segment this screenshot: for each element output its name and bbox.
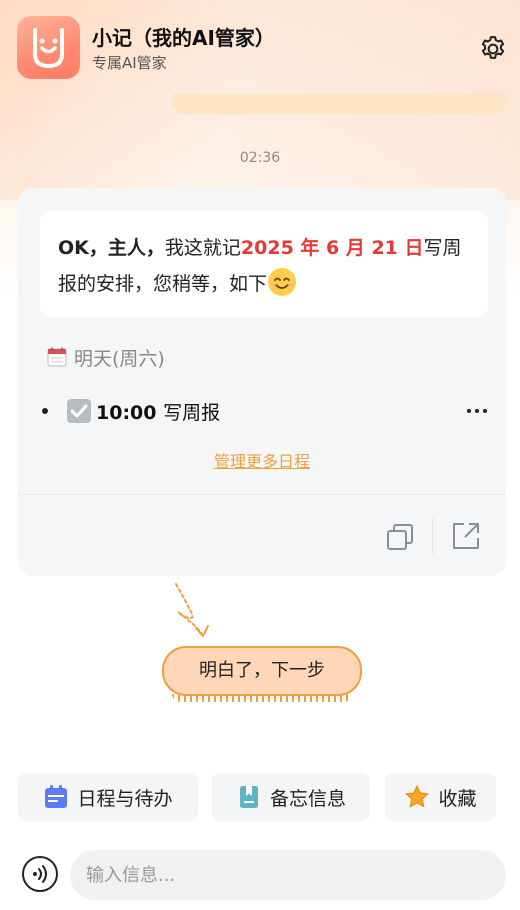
gear-icon: [481, 36, 505, 59]
schedule-day-header: 明天(周六): [46, 344, 165, 370]
schedule-item[interactable]: 10:00 写周报: [38, 396, 488, 426]
assistant-message-card: OK，主人，我这就记2025 年 6 月 21 日写周报的安排，您稍等，如下 明…: [18, 188, 506, 576]
memo-label: 备忘信息: [269, 787, 346, 810]
share-button[interactable]: [450, 520, 482, 552]
message-date: 2025 年 6 月 21 日: [240, 237, 424, 259]
calendar-page-icon: [47, 347, 67, 367]
voice-input-button[interactable]: [22, 856, 58, 892]
card-divider: [18, 494, 506, 495]
schedule-todo-button[interactable]: 日程与待办: [18, 773, 198, 821]
schedule-item-task: 写周报: [163, 402, 221, 424]
more-options-button[interactable]: [464, 400, 490, 422]
ellipsis-icon: [467, 409, 487, 413]
action-divider: [432, 518, 433, 554]
copy-button[interactable]: [385, 522, 415, 552]
previous-message-bubble: [172, 94, 506, 114]
list-bullet: [42, 408, 48, 414]
schedule-todo-label: 日程与待办: [77, 787, 173, 810]
message-timestamp: 02:36: [239, 150, 281, 166]
calendar-icon: [45, 785, 68, 808]
schedule-day-label: 明天(周六): [74, 347, 165, 370]
memo-button[interactable]: 备忘信息: [212, 773, 370, 821]
dashed-arrow-icon: [175, 583, 209, 637]
assistant-message-text: OK，主人，我这就记2025 年 6 月 21 日写周报的安排，您稍等，如下: [40, 210, 488, 318]
page-subtitle: 专属AI管家: [92, 54, 167, 72]
smile-face-logo-icon: [33, 28, 64, 69]
favorites-button[interactable]: 收藏: [385, 773, 496, 821]
star-icon: [405, 785, 429, 808]
settings-button[interactable]: [478, 34, 508, 64]
message-input[interactable]: [70, 850, 506, 900]
smile-emoji-icon: [268, 268, 297, 296]
app-header: 小记（我的AI管家） 专属AI管家: [0, 0, 520, 95]
schedule-item-text: 10:00 写周报: [96, 398, 220, 425]
schedule-item-time: 10:00: [96, 402, 157, 424]
checkbox-checked-icon: [67, 399, 91, 423]
share-icon: [453, 523, 479, 549]
voice-wave-icon: [33, 865, 47, 883]
page-title: 小记（我的AI管家）: [92, 26, 275, 50]
message-part1: 我这就记: [164, 237, 241, 259]
copy-icon: [387, 524, 413, 550]
next-step-button[interactable]: 明白了，下一步: [162, 646, 362, 702]
app-logo: [17, 16, 80, 79]
bookmark-icon: [239, 786, 258, 808]
message-greeting: OK，主人，: [58, 237, 165, 259]
manage-schedule-link[interactable]: 管理更多日程: [18, 448, 506, 472]
favorites-label: 收藏: [438, 787, 477, 810]
